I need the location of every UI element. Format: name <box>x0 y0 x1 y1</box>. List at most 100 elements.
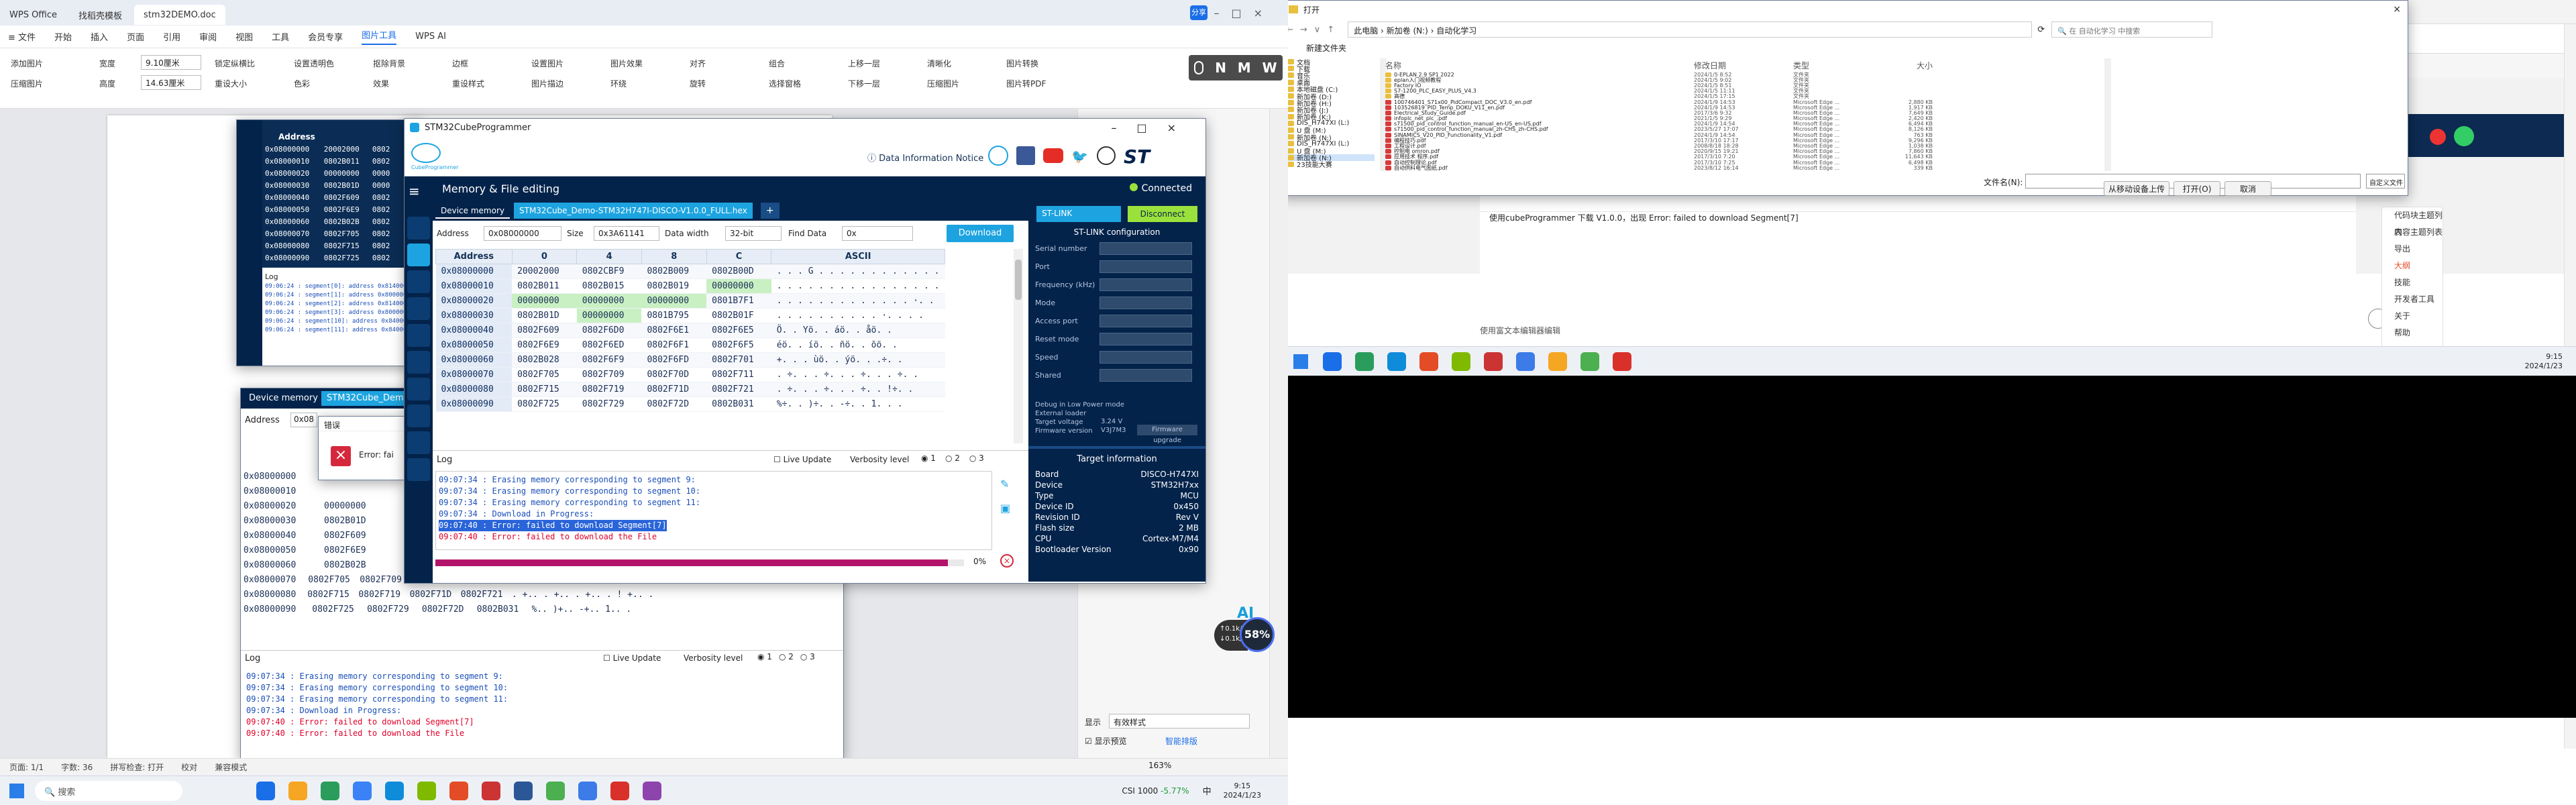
m-key[interactable]: M <box>1238 60 1251 76</box>
verbosity-radios[interactable]: ◉ 1 ○ 2 ○ 3 <box>921 453 984 463</box>
cube2-device-memory-tab[interactable]: Device memory <box>244 391 323 406</box>
taskbar-app-icon[interactable] <box>1613 352 1631 371</box>
cfg-select-6[interactable] <box>1099 351 1192 364</box>
taskbar-app-icon[interactable] <box>353 781 372 800</box>
upload-from-phone-button[interactable]: 从移动设备上传 <box>2104 181 2169 196</box>
notification-icon[interactable] <box>2430 129 2446 145</box>
taskbar-app-icon[interactable] <box>546 781 565 800</box>
compress-picture-button[interactable]: 压缩图片 <box>11 78 43 89</box>
start-icon[interactable] <box>9 783 24 798</box>
find-data-input[interactable]: 0x <box>842 226 913 241</box>
ribbon-item-21[interactable]: 图片转PDF <box>1006 78 1046 89</box>
taskbar-app-icon[interactable] <box>1580 352 1599 371</box>
cube2-radio-3[interactable]: ○ 3 <box>800 652 815 661</box>
cfg-select-1[interactable] <box>1099 260 1192 273</box>
firmware-upgrade-button[interactable]: Firmware upgrade <box>1137 425 1197 444</box>
breadcrumb-item[interactable]: 自动化学习 <box>1436 26 1477 36</box>
taskbar-app-icon[interactable] <box>1516 352 1535 371</box>
stock-widget[interactable]: CSI 1000 -5.77% <box>1122 786 1189 796</box>
youtube-icon[interactable] <box>1043 148 1063 163</box>
notice-link[interactable]: ⓘ Data Information Notice <box>867 151 983 164</box>
verbosity-1[interactable]: ◉ 1 <box>921 453 936 463</box>
cfg-select-5[interactable] <box>1099 333 1192 345</box>
wps-menu-6[interactable]: 视图 <box>235 30 253 43</box>
smart-layout-button[interactable]: 智能排版 <box>1165 735 1197 747</box>
swv-icon[interactable] <box>407 324 430 347</box>
ribbon-item-1[interactable]: 重设大小 <box>215 78 247 89</box>
width-input[interactable]: 9.10厘米 <box>141 55 201 70</box>
dialog-search[interactable]: 🔍 在 自动化学习 中搜索 <box>2051 21 2213 38</box>
ribbon-item-3[interactable]: 色彩 <box>294 78 310 89</box>
log-box[interactable]: 09:07:34 : Erasing memory corresponding … <box>435 471 992 550</box>
file-tab[interactable]: STM32Cube_Demo-STM32H747I-DISCO-V1.0.0_F… <box>514 203 753 219</box>
taskbar-app-icon[interactable] <box>1452 352 1470 371</box>
cube2-radio-2[interactable]: ○ 2 <box>779 652 794 661</box>
taskbar-app-icon[interactable] <box>321 781 339 800</box>
ribbon-item-12[interactable]: 对齐 <box>690 58 706 69</box>
taskbar-app-icon[interactable] <box>578 781 597 800</box>
cube2-address-input[interactable]: 0x08 <box>290 413 317 427</box>
breadcrumb-item[interactable]: 此电脑 <box>1354 26 1378 36</box>
column-header-2[interactable]: 类型 <box>1793 60 1879 71</box>
taskbar-app-icon[interactable] <box>1484 352 1503 371</box>
cube2-radio-1[interactable]: ◉ 1 <box>757 652 772 661</box>
style-select[interactable]: 有效样式 <box>1109 714 1250 729</box>
ribbon-item-0[interactable]: 锁定纵横比 <box>215 58 255 69</box>
ribbon-item-17[interactable]: 下移一层 <box>848 78 880 89</box>
ribbon-item-10[interactable]: 图片效果 <box>610 58 643 69</box>
wps-menu-2[interactable]: 插入 <box>91 30 108 43</box>
wps-menu-1[interactable]: 开始 <box>54 30 72 43</box>
ribbon-item-15[interactable]: 选择窗格 <box>769 78 801 89</box>
taskbar-search[interactable]: 🔍 搜索 <box>35 780 182 801</box>
editor-body[interactable]: 使用cubeProgrammer 下载 V1.0.0，出现 Error: fai… <box>1480 212 2356 338</box>
ob-icon[interactable] <box>407 270 430 293</box>
wps-menu-4[interactable]: 引用 <box>163 30 180 43</box>
tree-item[interactable]: 新加卷 (N:) <box>1288 133 1375 142</box>
taskbar-app-icon[interactable] <box>1419 352 1438 371</box>
ribbon-item-5[interactable]: 效果 <box>373 78 389 89</box>
taskbar-app-icon[interactable] <box>288 781 307 800</box>
nav-arrows[interactable]: ←→∨↑ <box>1288 25 1341 35</box>
taskbar-app-icon[interactable] <box>417 781 436 800</box>
bg-cubeprogrammer-window[interactable]: Address 0x08000000 20002000 0802 0x08000010… <box>236 119 447 366</box>
hamburger-icon[interactable]: ≡ <box>409 183 420 199</box>
context-item-6[interactable]: 关于 <box>2382 308 2443 325</box>
cfg-select-0[interactable] <box>1099 242 1192 255</box>
home-icon[interactable] <box>407 217 430 239</box>
clock-right[interactable]: 9:15 2024/1/23 <box>2525 352 2563 371</box>
share-button[interactable]: 分享 <box>1190 5 1208 20</box>
window-controls[interactable]: –□× <box>1214 7 1275 19</box>
tree-item[interactable]: 23技能大赛 <box>1288 161 1375 169</box>
ribbon-item-20[interactable]: 图片转换 <box>1006 58 1038 69</box>
speed-widget[interactable]: AI ↑0.1k/s ↓0.1k/s 58% <box>1214 605 1275 652</box>
cube2-live-update[interactable]: ☐ Live Update <box>603 653 661 663</box>
verbosity-3[interactable]: ○ 3 <box>969 453 984 463</box>
cancel-button[interactable]: 取消 <box>2224 181 2271 196</box>
data-width-select[interactable]: 32-bit <box>725 226 782 241</box>
cfg-select-3[interactable] <box>1099 297 1192 309</box>
cube2-file-tab[interactable]: STM32Cube_Dem <box>321 391 409 406</box>
save-log-icon[interactable]: ▣ <box>1000 502 1015 517</box>
avatar[interactable] <box>2454 126 2474 146</box>
n-key[interactable]: N <box>1215 60 1226 76</box>
refresh-icon[interactable]: ⟳ <box>2037 25 2045 35</box>
wps-menu-7[interactable]: 工具 <box>272 30 289 43</box>
live-update-check[interactable]: ☐ Live Update <box>773 455 831 464</box>
ribbon-item-16[interactable]: 上移一层 <box>848 58 880 69</box>
start-icon-right[interactable] <box>1293 354 1308 369</box>
context-item-3[interactable]: 大纲 <box>2382 258 2443 274</box>
ribbon-item-6[interactable]: 边框 <box>452 58 468 69</box>
help-icon[interactable] <box>407 458 430 481</box>
cfg-select-7[interactable] <box>1099 369 1192 382</box>
ribbon-item-19[interactable]: 压缩图片 <box>927 78 959 89</box>
taskbar-app-icon[interactable] <box>1387 352 1406 371</box>
cfg-select-4[interactable] <box>1099 315 1192 327</box>
st-badge-icon[interactable] <box>988 146 1008 166</box>
clear-log-icon[interactable]: ✎ <box>1000 478 1015 492</box>
column-header-3[interactable]: 大小 <box>1879 60 1933 71</box>
ime-toolbar[interactable]: N M W <box>1189 55 1283 80</box>
wps-menu-3[interactable]: 页面 <box>127 30 144 43</box>
address-input[interactable]: 0x08000000 <box>484 226 561 241</box>
context-item-4[interactable]: 技能 <box>2382 274 2443 291</box>
taskbar-app-icon[interactable] <box>482 781 500 800</box>
